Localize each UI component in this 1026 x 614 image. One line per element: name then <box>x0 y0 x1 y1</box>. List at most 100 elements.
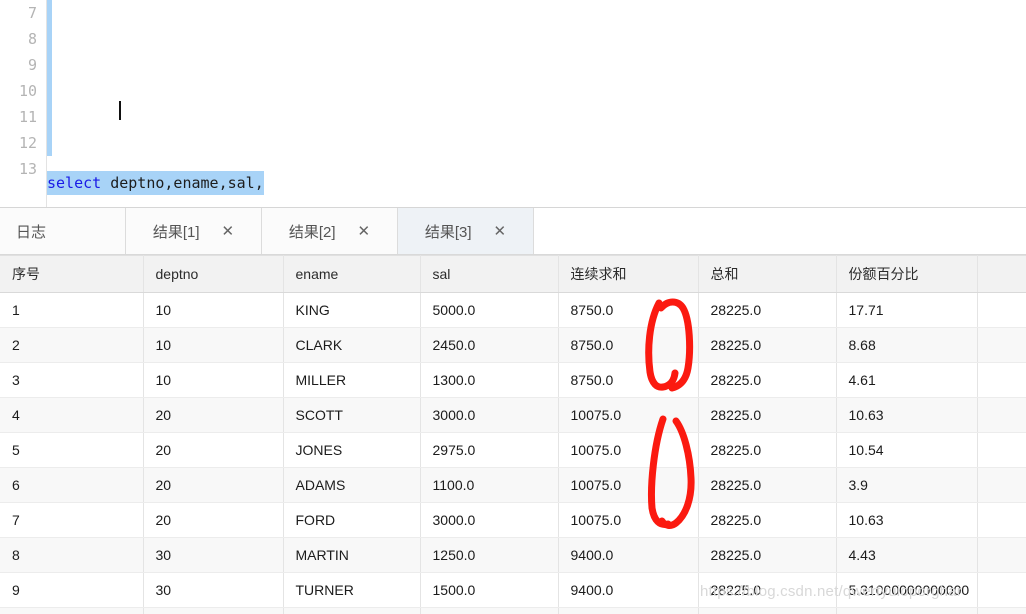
close-icon[interactable]: ✕ <box>494 224 507 239</box>
cell-ename: CLARK <box>283 327 421 363</box>
cell-filler <box>977 467 1026 503</box>
tab-label: 结果[3] <box>424 223 472 241</box>
cell-deptno: 10 <box>143 292 284 328</box>
cell-sal: 3000.0 <box>420 397 559 433</box>
column-header-total[interactable]: 总和 <box>698 255 837 293</box>
column-header-ename[interactable]: ename <box>283 255 421 293</box>
cell-filler <box>977 432 1026 468</box>
cell-percent: 8.68 <box>836 327 978 363</box>
cell-total: 28225.0 <box>698 397 837 433</box>
table-row[interactable]: 6 20 ADAMS 1100.0 10075.0 28225.0 3.9 <box>0 467 1026 503</box>
result-grid[interactable]: 序号 deptno ename sal 连续求和 总和 份额百分比 1 10 K… <box>0 255 1026 614</box>
text-caret <box>119 101 122 120</box>
cell-seq: 3 <box>0 362 144 398</box>
cell-deptno: 10 <box>143 327 284 363</box>
cell-deptno: 30 <box>143 537 284 573</box>
cell-filler <box>977 362 1026 398</box>
watermark-text: https://blog.csdn.net/qwertyuioporghar <box>700 583 962 600</box>
cell-sal: 1100.0 <box>420 467 559 503</box>
cell-filler <box>977 572 1026 608</box>
cell-sal: 1250.0 <box>420 537 559 573</box>
sql-keyword-select: select <box>47 174 102 192</box>
cell-filler <box>977 397 1026 433</box>
cell-ename: MILLER <box>283 362 421 398</box>
cell-deptno: 20 <box>143 432 284 468</box>
screenshot-root: 7 8 9 10 11 12 13 select deptno,ename,sa… <box>0 0 1026 614</box>
line-number: 9 <box>27 56 37 74</box>
cell-seq: 2 <box>0 327 144 363</box>
line-number-gutter: 7 8 9 10 11 12 13 <box>0 0 47 207</box>
cell-filler <box>977 292 1026 328</box>
cell-running-sum: 10075.0 <box>558 432 699 468</box>
line-number: 7 <box>27 4 37 22</box>
cell-sal: 3000.0 <box>420 502 559 538</box>
code-area[interactable]: select deptno,ename,sal, sum(sal) over (… <box>47 0 1026 207</box>
tab-log[interactable]: 日志 <box>0 208 126 254</box>
line-number: 8 <box>27 30 37 48</box>
cell-ename: FORD <box>283 502 421 538</box>
close-icon[interactable]: ✕ <box>222 224 235 239</box>
table-row[interactable]: 5 20 JONES 2975.0 10075.0 28225.0 10.54 <box>0 432 1026 468</box>
result-tab-bar[interactable]: 日志 结果[1] ✕ 结果[2] ✕ 结果[3] ✕ <box>0 207 1026 255</box>
tab-result-2[interactable]: 结果[2] ✕ <box>262 208 398 254</box>
cell-percent: 3.9 <box>836 467 978 503</box>
table-row[interactable]: 4 20 SCOTT 3000.0 10075.0 28225.0 10.63 <box>0 397 1026 433</box>
line-number: 11 <box>18 108 37 126</box>
table-row[interactable]: 8 30 MARTIN 1250.0 9400.0 28225.0 4.43 <box>0 537 1026 573</box>
cell-deptno: 20 <box>143 467 284 503</box>
cell-running-sum <box>558 607 699 614</box>
cell-percent: 10.54 <box>836 432 978 468</box>
tab-result-1[interactable]: 结果[1] ✕ <box>126 208 262 254</box>
column-header-percent[interactable]: 份额百分比 <box>836 255 978 293</box>
table-row[interactable]: 3 10 MILLER 1300.0 8750.0 28225.0 4.61 <box>0 362 1026 398</box>
table-row[interactable]: 7 20 FORD 3000.0 10075.0 28225.0 10.63 <box>0 502 1026 538</box>
cell-percent: 17.71 <box>836 292 978 328</box>
cell-running-sum: 8750.0 <box>558 292 699 328</box>
table-header-row: 序号 deptno ename sal 连续求和 总和 份额百分比 <box>0 255 1026 293</box>
cell-filler <box>977 607 1026 614</box>
cell-ename: MARTIN <box>283 537 421 573</box>
cell-total: 28225.0 <box>698 467 837 503</box>
cell-deptno: 20 <box>143 397 284 433</box>
cell-sal: 1300.0 <box>420 362 559 398</box>
cell-filler <box>977 537 1026 573</box>
column-header-sal[interactable]: sal <box>420 255 559 293</box>
table-row[interactable]: 2 10 CLARK 2450.0 8750.0 28225.0 8.68 <box>0 327 1026 363</box>
cell-running-sum: 9400.0 <box>558 572 699 608</box>
cell-seq: 4 <box>0 397 144 433</box>
cell-total: 28225.0 <box>698 327 837 363</box>
cell-percent: 4.61 <box>836 362 978 398</box>
cell-deptno: 30 <box>143 572 284 608</box>
tab-label: 日志 <box>16 223 47 241</box>
line-number: 13 <box>18 160 37 178</box>
cell-running-sum: 10075.0 <box>558 397 699 433</box>
cell-running-sum: 10075.0 <box>558 502 699 538</box>
cell-ename <box>283 607 421 614</box>
cell-sal: 2450.0 <box>420 327 559 363</box>
cell-seq: 9 <box>0 572 144 608</box>
sql-editor[interactable]: 7 8 9 10 11 12 13 select deptno,ename,sa… <box>0 0 1026 207</box>
tab-label: 结果[2] <box>288 223 336 241</box>
tab-result-3[interactable]: 结果[3] ✕ <box>398 208 534 254</box>
close-icon[interactable]: ✕ <box>358 224 371 239</box>
cell-total: 28225.0 <box>698 537 837 573</box>
column-header-seq[interactable]: 序号 <box>0 255 144 293</box>
cell-total: 28225.0 <box>698 502 837 538</box>
cell-sal: 1500.0 <box>420 572 559 608</box>
column-header-filler <box>977 255 1026 293</box>
cell-total: 28225.0 <box>698 362 837 398</box>
column-header-deptno[interactable]: deptno <box>143 255 284 293</box>
code-line-7[interactable] <box>47 72 1026 120</box>
column-header-running-sum[interactable]: 连续求和 <box>558 255 699 293</box>
cell-ename: KING <box>283 292 421 328</box>
cell-total <box>698 607 837 614</box>
table-body: 1 10 KING 5000.0 8750.0 28225.0 17.71 2 … <box>0 292 1026 614</box>
cell-total: 28225.0 <box>698 292 837 328</box>
code-line-8[interactable]: select deptno,ename,sal, <box>47 170 1026 196</box>
tab-label: 结果[1] <box>152 223 200 241</box>
cell-running-sum: 8750.0 <box>558 327 699 363</box>
cell-deptno: 20 <box>143 502 284 538</box>
table-row[interactable] <box>0 607 1026 614</box>
cell-total: 28225.0 <box>698 432 837 468</box>
table-row[interactable]: 1 10 KING 5000.0 8750.0 28225.0 17.71 <box>0 292 1026 328</box>
